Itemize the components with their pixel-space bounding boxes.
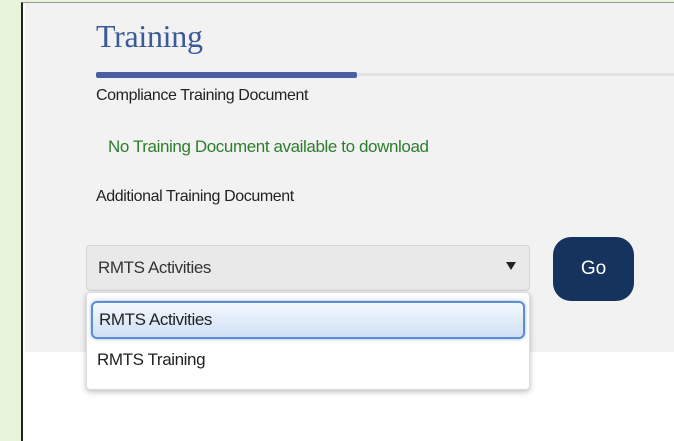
title-accent-bar [96,72,357,78]
additional-training-label: Additional Training Document [96,188,294,205]
training-document-select[interactable]: RMTS Activities [86,245,530,291]
select-options-list: RMTS Activities RMTS Training [86,292,530,390]
option-rmts-activities[interactable]: RMTS Activities [91,301,525,339]
option-rmts-training[interactable]: RMTS Training [91,341,525,379]
no-document-message: No Training Document available to downlo… [108,137,429,156]
dropdown-arrow-icon[interactable] [506,262,516,270]
page-title: Training [96,18,203,54]
compliance-training-label: Compliance Training Document [96,87,309,104]
select-value: RMTS Activities [98,258,212,277]
go-button[interactable]: Go [553,237,634,301]
